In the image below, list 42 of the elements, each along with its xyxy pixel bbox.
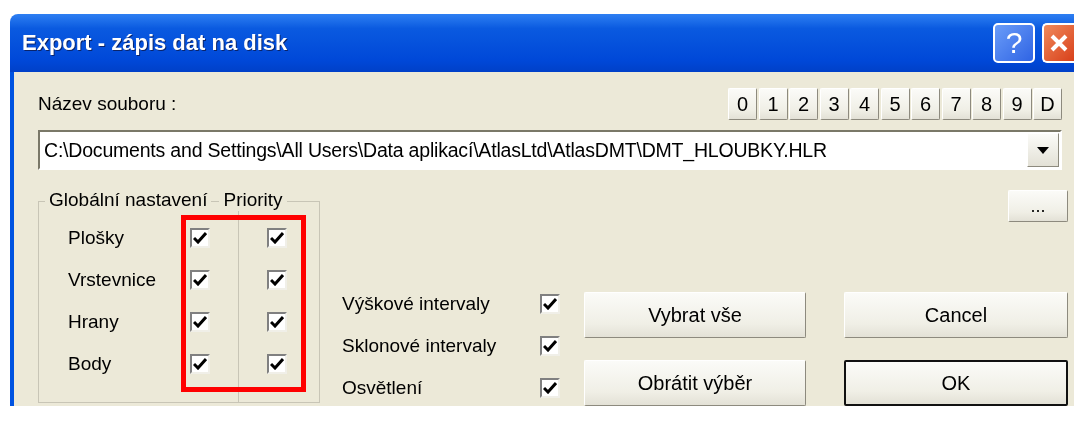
window-title: Export - zápis dat na disk: [22, 30, 289, 56]
checkbox[interactable]: [267, 270, 287, 290]
checkbox[interactable]: [190, 312, 210, 332]
checkbox[interactable]: [267, 354, 287, 374]
slot-button[interactable]: 5: [880, 88, 910, 120]
option-label: Osvětlení: [342, 377, 424, 399]
checkbox[interactable]: [540, 294, 560, 314]
checkbox[interactable]: [540, 336, 560, 356]
caret-icon: [1037, 146, 1049, 154]
slot-button[interactable]: 3: [819, 88, 849, 120]
layer-label: Plošky: [67, 227, 125, 249]
dialog-button[interactable]: Cancel: [844, 292, 1068, 338]
layer-label: Hrany: [67, 311, 120, 333]
slot-button[interactable]: 4: [850, 88, 879, 120]
slot-button[interactable]: 9: [1002, 88, 1032, 120]
help-button[interactable]: ?: [993, 23, 1035, 63]
dropdown-button[interactable]: [1027, 133, 1059, 167]
layer-label: Body: [67, 353, 113, 375]
option-label: Sklonové intervaly: [342, 335, 498, 357]
checkbox[interactable]: [267, 228, 287, 248]
checkbox[interactable]: [190, 228, 210, 248]
browse-button[interactable]: ...: [1008, 190, 1068, 222]
close-button[interactable]: [1042, 23, 1074, 63]
close-icon: [1049, 33, 1069, 53]
default-button[interactable]: OK: [844, 360, 1068, 406]
dialog-button[interactable]: Vybrat vše: [584, 292, 806, 338]
file-combo-box[interactable]: C:\Documents and Settings\All Users\Data aplikací\AtlasLtd\AtlasDMT\DMT_HLOUBKY.HLR: [38, 130, 1062, 170]
checkbox[interactable]: [190, 270, 210, 290]
dialog-button[interactable]: Obrátit výběr: [584, 360, 806, 406]
field-label: Název souboru :: [38, 93, 177, 115]
checkbox[interactable]: [267, 312, 287, 332]
checkbox[interactable]: [540, 378, 560, 398]
slot-button[interactable]: 2: [789, 88, 818, 120]
slot-button[interactable]: 1: [758, 88, 788, 120]
slot-button[interactable]: 0: [728, 88, 757, 120]
slot-button[interactable]: 8: [972, 88, 1001, 120]
layer-label: Vrstevnice: [67, 269, 157, 291]
checkbox[interactable]: [190, 354, 210, 374]
slot-button[interactable]: 7: [941, 88, 971, 120]
slot-button[interactable]: D: [1033, 88, 1062, 120]
option-label: Výškové intervaly: [342, 293, 491, 315]
slot-button[interactable]: 6: [911, 88, 940, 120]
